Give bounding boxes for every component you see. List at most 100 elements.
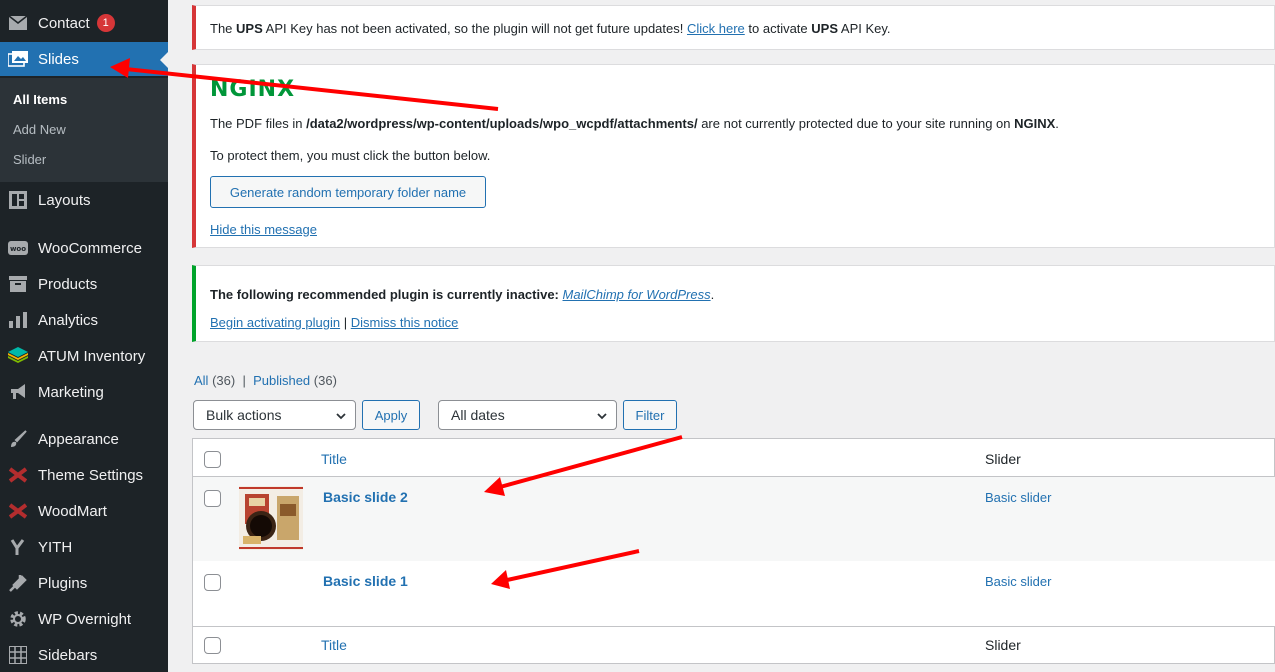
column-title-header[interactable]: Title xyxy=(321,451,347,467)
chevron-down-icon xyxy=(335,409,347,425)
table-row: Basic slide 1 Basic slider xyxy=(193,561,1275,627)
submenu-slider[interactable]: Slider xyxy=(13,152,46,167)
woodmart-icon xyxy=(8,465,28,485)
gear-icon xyxy=(8,609,28,629)
menu-label-sidebars: Sidebars xyxy=(38,646,98,664)
column-slider-header: Slider xyxy=(985,451,1021,467)
menu-item-wp-overnight[interactable]: WP Overnight xyxy=(0,602,168,636)
archive-icon xyxy=(8,274,28,294)
ups-text-end: API Key. xyxy=(838,21,891,36)
menu-item-marketing[interactable]: Marketing xyxy=(0,375,168,409)
mailchimp-link[interactable]: MailChimp for WordPress xyxy=(563,287,711,302)
status-filters: All (36) | Published (36) xyxy=(194,373,337,388)
row-slider-link[interactable]: Basic slider xyxy=(985,574,1051,589)
menu-item-slides[interactable]: Slides xyxy=(0,42,168,76)
ups-text-pre: The xyxy=(210,21,237,36)
dates-select[interactable]: All dates xyxy=(438,400,617,430)
ups-bold-2: UPS xyxy=(811,21,838,36)
menu-label-slides: Slides xyxy=(38,50,79,68)
menu-item-appearance[interactable]: Appearance xyxy=(0,422,168,456)
menu-label-woocommerce: WooCommerce xyxy=(38,239,142,257)
table-header: Title Slider xyxy=(193,439,1275,477)
menu-label-plugins: Plugins xyxy=(38,574,88,592)
yith-icon xyxy=(8,537,28,557)
nginx-line-1: The PDF files in /data2/wordpress/wp-con… xyxy=(210,116,1059,131)
stack-icon xyxy=(8,346,28,366)
nginx-line-2: To protect them, you must click the butt… xyxy=(210,148,491,163)
menu-item-plugins[interactable]: Plugins xyxy=(0,566,168,600)
plugin-text-end: . xyxy=(710,287,715,302)
nginx-logo: NGINX xyxy=(210,77,310,102)
filter-published-link[interactable]: Published xyxy=(253,373,310,388)
woodmart-icon xyxy=(8,501,28,521)
slides-submenu: All Items Add New Slider xyxy=(0,78,168,182)
begin-activating-link[interactable]: Begin activating plugin xyxy=(210,315,340,330)
admin-sidebar: Contact 1 Slides All Items Add New Slide… xyxy=(0,0,168,672)
svg-text:NGINX: NGINX xyxy=(210,77,295,99)
row-title-link[interactable]: Basic slide 2 xyxy=(323,489,408,505)
generate-folder-button[interactable]: Generate random temporary folder name xyxy=(210,176,486,208)
row-checkbox[interactable] xyxy=(204,490,221,507)
menu-label-wp-overnight: WP Overnight xyxy=(38,610,132,628)
hide-message-wrap: Hide this message xyxy=(210,222,317,237)
bulk-actions-value: Bulk actions xyxy=(206,407,282,423)
select-all-checkbox[interactable] xyxy=(204,451,221,468)
megaphone-icon xyxy=(8,382,28,402)
menu-label-marketing: Marketing xyxy=(38,383,104,401)
filter-button[interactable]: Filter xyxy=(623,400,677,430)
menu-item-analytics[interactable]: Analytics xyxy=(0,303,168,337)
menu-label-layouts: Layouts xyxy=(38,191,91,209)
menu-label-appearance: Appearance xyxy=(38,430,119,448)
ups-activate-link[interactable]: Click here xyxy=(687,21,745,36)
bar-chart-icon xyxy=(8,310,28,330)
submenu-add-new[interactable]: Add New xyxy=(13,122,66,137)
plugin-notice: The following recommended plugin is curr… xyxy=(192,265,1275,342)
paintbrush-icon xyxy=(8,429,28,449)
hide-message-link[interactable]: Hide this message xyxy=(210,222,317,237)
row-slider-link[interactable]: Basic slider xyxy=(985,490,1051,505)
slides-icon xyxy=(8,49,28,69)
menu-item-products[interactable]: Products xyxy=(0,267,168,301)
menu-item-woodmart[interactable]: WoodMart xyxy=(0,494,168,528)
menu-item-theme-settings[interactable]: Theme Settings xyxy=(0,458,168,492)
ups-text-post: to activate xyxy=(744,21,812,36)
ups-text-mid: API Key has not been activated, so the p… xyxy=(262,21,687,36)
nginx-notice: NGINX The PDF files in /data2/wordpress/… xyxy=(192,64,1275,248)
filter-all-count: (36) xyxy=(212,373,236,388)
filter-all-link[interactable]: All xyxy=(194,373,208,388)
menu-item-contact[interactable]: Contact 1 xyxy=(0,6,168,40)
menu-item-woocommerce[interactable]: woo WooCommerce xyxy=(0,231,168,265)
menu-label-contact: Contact xyxy=(38,14,90,32)
plugin-actions-separator: | xyxy=(343,315,348,330)
menu-label-woodmart: WoodMart xyxy=(38,502,107,520)
dates-value: All dates xyxy=(451,407,505,423)
row-title-link[interactable]: Basic slide 1 xyxy=(323,573,408,589)
column-title-footer[interactable]: Title xyxy=(321,637,347,653)
nginx-text-mid: are not currently protected due to your … xyxy=(697,116,1015,131)
nginx-text-end: . xyxy=(1055,116,1059,131)
chevron-down-icon xyxy=(596,409,608,425)
ups-notice-text: The UPS API Key has not been activated, … xyxy=(210,21,891,36)
menu-label-products: Products xyxy=(38,275,98,293)
bulk-actions-select[interactable]: Bulk actions xyxy=(193,400,356,430)
menu-item-atum[interactable]: ATUM Inventory xyxy=(0,339,168,373)
mail-icon xyxy=(8,13,28,33)
dismiss-notice-link[interactable]: Dismiss this notice xyxy=(351,315,459,330)
apply-button[interactable]: Apply xyxy=(362,400,420,430)
menu-item-layouts[interactable]: Layouts xyxy=(0,183,168,217)
nginx-bold: NGINX xyxy=(1014,116,1056,131)
select-all-checkbox-footer[interactable] xyxy=(204,637,221,654)
row-checkbox[interactable] xyxy=(204,574,221,591)
notification-badge: 1 xyxy=(96,14,115,32)
slide-thumbnail[interactable] xyxy=(239,486,303,550)
column-slider-footer: Slider xyxy=(985,637,1021,653)
nginx-path: /data2/wordpress/wp-content/uploads/wpo_… xyxy=(306,116,698,131)
submenu-all-items[interactable]: All Items xyxy=(13,92,67,107)
menu-item-yith[interactable]: YITH xyxy=(0,530,168,564)
filter-published-count: (36) xyxy=(313,373,337,388)
menu-item-sidebars[interactable]: Sidebars xyxy=(0,638,168,672)
plug-icon xyxy=(8,573,28,593)
menu-label-atum: ATUM Inventory xyxy=(38,347,146,365)
slides-table: Title Slider Basic slide 2 Basic slider … xyxy=(192,438,1275,664)
grid-icon xyxy=(8,645,28,665)
